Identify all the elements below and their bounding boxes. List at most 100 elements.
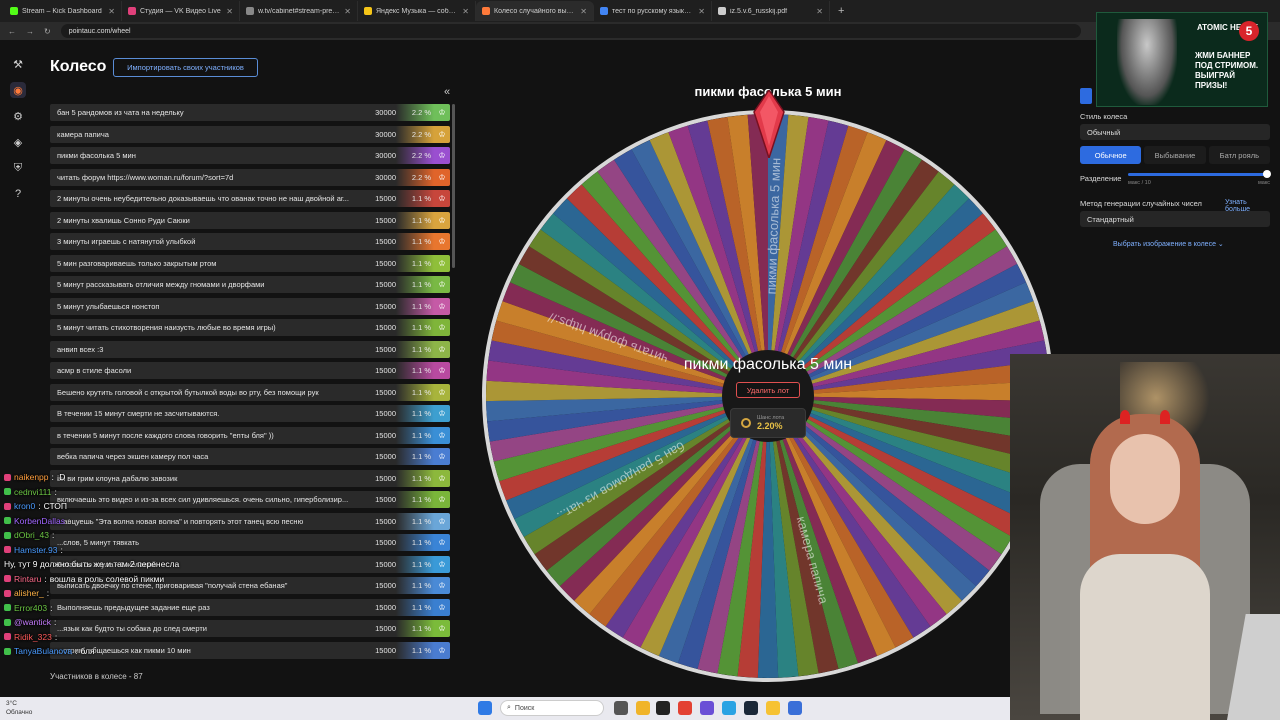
shield-icon[interactable]: ⛨	[10, 160, 26, 176]
lot-amount: 15000	[375, 409, 396, 418]
lot-amount: 15000	[375, 430, 396, 440]
lot-row[interactable]: Бешено крутить головой с открытой бутылк…	[50, 383, 450, 401]
trophy-icon[interactable]: ♔	[434, 620, 450, 637]
trophy-icon[interactable]: ♔	[434, 233, 450, 250]
settings-tab-button[interactable]	[1080, 88, 1092, 104]
browser-tab[interactable]: iz.5.v.6_russkij.pdf ✕	[712, 1, 830, 21]
close-icon[interactable]: ✕	[108, 7, 115, 16]
trophy-icon[interactable]: ♔	[434, 362, 450, 379]
trophy-icon[interactable]: ♔	[434, 190, 450, 207]
messenger-icon[interactable]	[788, 701, 802, 715]
browser-tab[interactable]: тест по русскому языку за 5 класс ✕	[594, 1, 712, 21]
ad-banner[interactable]: ATOMIC HEART 5 ЖМИ БАННЕР ПОД СТРИМОМ. В…	[1096, 12, 1268, 107]
lot-list-scrollbar[interactable]	[452, 104, 455, 268]
gear-icon[interactable]: ⚙	[10, 108, 26, 124]
trophy-icon[interactable]: ♔	[434, 448, 450, 465]
tab-title: Колесо случайного выбора	[494, 7, 577, 15]
trophy-icon[interactable]: ♔	[434, 405, 450, 422]
close-icon[interactable]: ✕	[344, 7, 351, 16]
trophy-icon[interactable]: ♔	[434, 319, 450, 336]
discord-icon[interactable]	[700, 701, 714, 715]
trophy-icon[interactable]: ♔	[434, 104, 450, 121]
mode-option[interactable]: Выбывание	[1144, 146, 1206, 164]
steam-icon[interactable]	[744, 701, 758, 715]
mode-option[interactable]: Обычное	[1080, 146, 1142, 164]
trophy-icon[interactable]: ♔	[434, 534, 450, 551]
import-participants-button[interactable]: Импортировать своих участников	[113, 58, 258, 77]
close-icon[interactable]: ✕	[580, 7, 587, 16]
obs-icon[interactable]	[656, 701, 670, 715]
task-view-icon[interactable]	[614, 701, 628, 715]
back-icon[interactable]: ←	[8, 27, 16, 36]
new-tab-button[interactable]: +	[830, 5, 852, 17]
lot-row[interactable]: 3 минуты играешь с натянутой улыбкой 1500…	[50, 233, 450, 250]
telegram-icon[interactable]	[722, 701, 736, 715]
taskbar-search[interactable]: ⌕ Поиск	[500, 700, 604, 716]
close-icon[interactable]: ✕	[698, 7, 705, 16]
mode-option[interactable]: Батл рояль	[1208, 146, 1270, 164]
trophy-icon[interactable]: ♔	[434, 512, 450, 530]
lot-row[interactable]: 5 минут читать стихотворения наизусть лю…	[50, 319, 450, 336]
delete-lot-button[interactable]: Удалить лот	[736, 382, 800, 398]
division-slider[interactable]	[1128, 173, 1266, 176]
trophy-icon[interactable]: ♔	[434, 383, 450, 401]
trophy-icon[interactable]: ♔	[434, 641, 450, 659]
lot-name: пикми фасолька 5 мин	[57, 151, 136, 160]
choose-image-link[interactable]: Выбрать изображение в колесе ⌄	[1113, 240, 1224, 248]
trophy-icon[interactable]: ♔	[434, 469, 450, 487]
lot-row[interactable]: пикми фасолька 5 мин 30000 2.2 % ♔	[50, 147, 450, 164]
trophy-icon[interactable]: ♔	[434, 254, 450, 272]
file-explorer-icon[interactable]	[636, 701, 650, 715]
division-slider-knob[interactable]	[1263, 170, 1271, 178]
lot-row[interactable]: 5 минут улыбаешься нонстоп 15000 1.1 % ♔	[50, 297, 450, 315]
lot-row[interactable]: бан 5 рандомов из чата на недельку 30000 2…	[50, 104, 450, 121]
browser-tab[interactable]: Колесо случайного выбора ✕	[476, 1, 594, 21]
trophy-icon[interactable]: ♔	[434, 147, 450, 164]
tab-title: тест по русскому языку за 5 класс	[612, 7, 694, 15]
lot-row[interactable]: читать форум https://www.woman.ru/forum/…	[50, 168, 450, 186]
trophy-icon[interactable]: ♔	[434, 577, 450, 594]
help-icon[interactable]: ?	[10, 186, 26, 202]
chrome-icon[interactable]	[678, 701, 692, 715]
forward-icon[interactable]: →	[26, 27, 34, 36]
trophy-icon[interactable]: ♔	[434, 598, 450, 616]
weather-widget[interactable]: 3°C Облачно	[6, 699, 32, 717]
lot-row[interactable]: 5 мин разговариваешь только закрытым рто…	[50, 254, 450, 272]
close-icon[interactable]: ✕	[816, 7, 823, 16]
collapse-panel-icon[interactable]: «	[444, 86, 450, 98]
lot-row[interactable]: 2 минуты хвалишь Сонно Руди Саюки 15000 1.…	[50, 211, 450, 229]
hammer-icon[interactable]: ⚒	[10, 56, 26, 72]
lot-row[interactable]: 2 минуты очень неубедительно доказываешь…	[50, 190, 450, 207]
lot-row[interactable]: камера папича 30000 2.2 % ♔	[50, 125, 450, 143]
trophy-icon[interactable]: ♔	[434, 555, 450, 573]
trophy-icon[interactable]: ♔	[434, 125, 450, 143]
trophy-icon[interactable]: ♔	[434, 426, 450, 444]
browser-tab[interactable]: Студия — VK Видео Live ✕	[122, 1, 240, 21]
trophy-icon[interactable]: ♔	[434, 168, 450, 186]
lot-row[interactable]: асмр в стиле фасоли 15000 1.1 % ♔	[50, 362, 450, 379]
reload-icon[interactable]: ↻	[44, 27, 51, 36]
wheel-icon[interactable]: ◉	[10, 82, 26, 98]
browser-tab[interactable]: Яндекс Музыка — собираем музыку ✕	[358, 1, 476, 21]
app-icon[interactable]	[766, 701, 780, 715]
rng-select[interactable]: Стандартный	[1080, 211, 1270, 227]
start-icon[interactable]	[478, 701, 492, 715]
lot-row[interactable]: В течении 15 минут смерти не засчитывают…	[50, 405, 450, 422]
trophy-icon[interactable]: ♔	[434, 297, 450, 315]
trophy-icon[interactable]: ♔	[434, 340, 450, 358]
lot-row[interactable]: анвип всех :3 15000 1.1 % ♔	[50, 340, 450, 358]
chat-message: @wantick:	[4, 615, 364, 630]
browser-tab[interactable]: Stream – Kick Dashboard ✕	[4, 1, 122, 21]
trophy-icon[interactable]: ♔	[434, 276, 450, 293]
wheel-style-select[interactable]: Обычный	[1080, 124, 1270, 140]
close-icon[interactable]: ✕	[462, 7, 469, 16]
url-field[interactable]: pointauc.com/wheel	[60, 24, 1081, 38]
browser-tab[interactable]: w.tv/cabinet#stream-preview ✕	[240, 1, 358, 21]
layers-icon[interactable]: ◈	[10, 134, 26, 150]
lot-row[interactable]: вебка папича через экшен камеру пол часа…	[50, 448, 450, 465]
trophy-icon[interactable]: ♔	[434, 491, 450, 508]
close-icon[interactable]: ✕	[226, 7, 233, 16]
lot-row[interactable]: 5 минут рассказывать отличия между гнома…	[50, 276, 450, 293]
trophy-icon[interactable]: ♔	[434, 211, 450, 229]
lot-row[interactable]: в течении 5 минут после каждого слова го…	[50, 426, 450, 444]
